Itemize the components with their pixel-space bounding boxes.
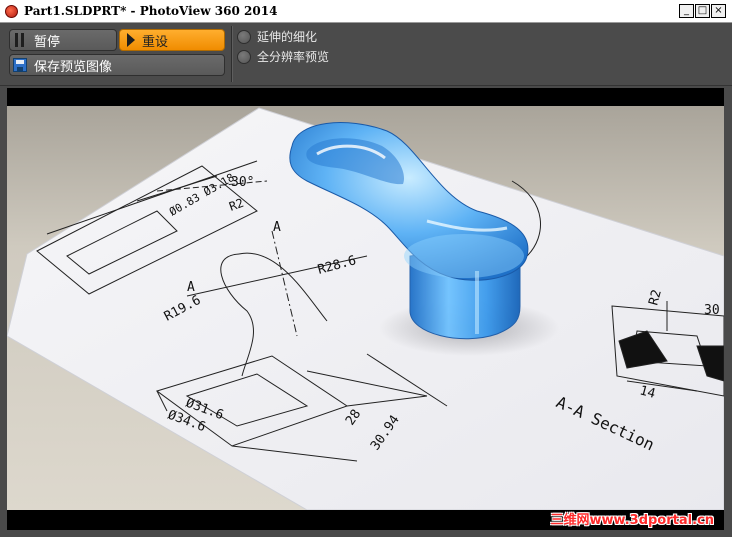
extended-refinement-option[interactable]: 延伸的细化 xyxy=(237,28,317,45)
reset-button[interactable]: 重设 xyxy=(119,29,225,51)
minimize-button[interactable]: _ xyxy=(679,4,694,18)
toolbar-divider xyxy=(231,26,233,82)
pause-label: 暂停 xyxy=(34,34,61,50)
save-preview-button[interactable]: 保存预览图像 xyxy=(9,54,225,76)
extended-refinement-label: 延伸的细化 xyxy=(257,30,318,44)
full-resolution-label: 全分辨率预览 xyxy=(257,50,330,64)
render-viewport[interactable]: 30° R2 Ø0.83 Ø3.18 R28.6 R19.6 A A Ø31.6… xyxy=(7,88,724,530)
window-title: Part1.SLDPRT* - PhotoView 360 2014 xyxy=(24,4,278,18)
label-section-a-arrow: A xyxy=(187,280,195,295)
close-button[interactable]: × xyxy=(711,4,726,18)
save-preview-label: 保存预览图像 xyxy=(34,59,113,75)
render-toolbar: 暂停 重设 保存预览图像 延伸的细化 全分辨率预览 xyxy=(0,24,732,86)
maximize-button[interactable]: □ xyxy=(695,4,710,18)
play-arrow-icon xyxy=(127,33,135,47)
label-30-right: 30 xyxy=(704,303,720,318)
full-resolution-checkbox[interactable] xyxy=(237,49,251,64)
render-scene: 30° R2 Ø0.83 Ø3.18 R28.6 R19.6 A A Ø31.6… xyxy=(7,106,724,510)
title-bar[interactable]: Part1.SLDPRT* - PhotoView 360 2014 _ □ × xyxy=(0,0,732,23)
photoview-window: Part1.SLDPRT* - PhotoView 360 2014 _ □ ×… xyxy=(0,0,732,537)
window-controls: _ □ × xyxy=(679,4,726,18)
pause-icon xyxy=(15,33,25,47)
reset-label: 重设 xyxy=(142,34,169,50)
full-resolution-option[interactable]: 全分辨率预览 xyxy=(237,48,329,65)
pause-button[interactable]: 暂停 xyxy=(9,29,117,51)
app-logo-icon xyxy=(5,5,18,18)
save-disk-icon xyxy=(13,58,27,72)
watermark: 三维网www.3dportal.cn xyxy=(550,513,714,528)
extended-refinement-checkbox[interactable] xyxy=(237,29,251,44)
label-section-a-top: A xyxy=(273,220,281,235)
